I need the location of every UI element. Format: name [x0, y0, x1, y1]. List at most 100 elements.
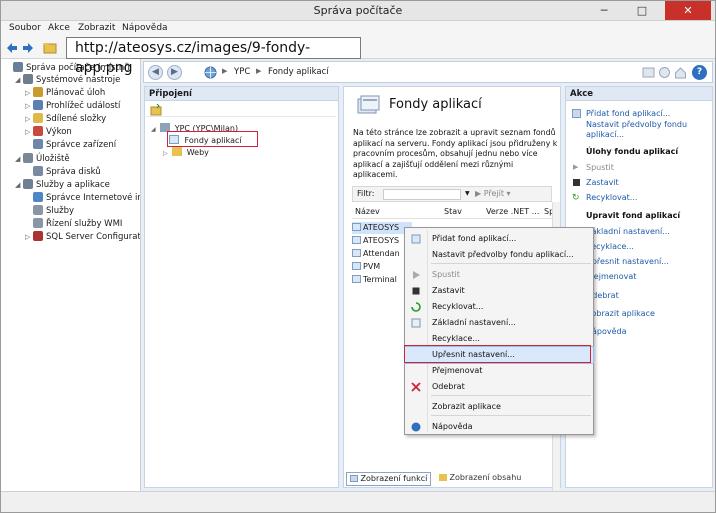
column-header-dotnet[interactable]: Verze .NET ... [486, 207, 539, 216]
tree-expander[interactable]: ◢ [15, 179, 23, 191]
action-recycle[interactable]: Recyklovat... [586, 193, 637, 203]
tree-item[interactable]: Správce zařízení [25, 139, 116, 151]
tree-expander[interactable]: ▷ [25, 126, 33, 138]
menu-zobrazit[interactable]: Zobrazit [78, 23, 115, 33]
table-cell-name: Attendan [363, 249, 400, 258]
context-menu-item[interactable]: Zobrazit aplikace [405, 399, 593, 415]
tree-item-label: Sdílené složky [46, 114, 107, 124]
breadcrumb-item-ypc[interactable]: YPC [234, 67, 250, 77]
highlight-box-advanced-settings [404, 345, 591, 363]
nav-forward-button[interactable]: ▶ [167, 65, 182, 80]
table-row[interactable]: Attendan [352, 248, 412, 260]
table-row[interactable]: ATEOSYS [352, 235, 412, 247]
content-view-icon [439, 474, 447, 481]
action-pool-defaults[interactable]: Nastavit předvolby fondu [586, 120, 687, 130]
context-menu-item[interactable]: Základní nastavení... [405, 315, 593, 331]
tree-expander[interactable]: ▷ [163, 150, 168, 157]
tree-item[interactable]: Správa disků [25, 166, 101, 178]
tree-node-sites[interactable]: ▷ Weby [163, 147, 209, 157]
tab-content-view[interactable]: Zobrazení obsahu [436, 472, 524, 486]
table-row[interactable]: Terminal [352, 274, 412, 286]
tree-expander[interactable]: ◢ [15, 153, 23, 165]
stop-icon[interactable] [658, 66, 671, 79]
stop-square-icon [573, 179, 580, 186]
tab-features-view[interactable]: Zobrazení funkcí [346, 472, 432, 486]
tree-item[interactable]: ◢ Služby a aplikace [15, 179, 110, 191]
tree-item-label: SQL Server Configurati [46, 232, 141, 242]
context-menu-item[interactable]: Recyklovat... [405, 299, 593, 315]
app-pool-icon [352, 236, 361, 244]
filter-input[interactable] [383, 189, 461, 200]
connections-toolbar [147, 103, 336, 117]
context-menu-item[interactable]: Nastavit předvolby fondu aplikací... [405, 247, 593, 263]
tree-expander[interactable]: ▷ [25, 100, 33, 112]
tree-item[interactable]: ▷ Prohlížeč událostí [25, 100, 120, 112]
tree-node-icon [13, 62, 23, 72]
context-menu-label: Recyklace... [432, 334, 480, 343]
context-menu-item[interactable]: Zastavit [405, 283, 593, 299]
back-arrow-icon[interactable] [5, 41, 19, 55]
tree-item[interactable]: ▷ Plánovač úloh [25, 87, 105, 99]
context-menu-item[interactable]: Spustit [405, 267, 593, 283]
table-row[interactable]: ATEOSYS [352, 222, 412, 234]
tree-item[interactable]: ▷ SQL Server Configurati [25, 231, 141, 243]
breadcrumb-item-fondy[interactable]: Fondy aplikací [268, 67, 329, 77]
app-pool-icon [352, 262, 361, 270]
tree-expander[interactable]: ▷ [25, 87, 33, 99]
context-menu-label: Spustit [432, 270, 460, 279]
menu-akce[interactable]: Akce [48, 23, 70, 33]
status-bar [1, 491, 715, 512]
tree-expander[interactable]: ◢ [151, 126, 156, 133]
connections-header: Připojení [145, 87, 338, 101]
folder-icon[interactable] [43, 41, 57, 55]
grid-header: Název Stav Verze .NET ... Sp [352, 206, 554, 219]
context-menu-label: Základní nastavení... [432, 318, 516, 327]
tree-expander[interactable]: ◢ [15, 74, 23, 86]
context-menu-item[interactable]: Odebrat [405, 379, 593, 395]
recycle-icon [411, 302, 421, 312]
forward-arrow-icon[interactable] [21, 41, 35, 55]
filter-dropdown-icon[interactable]: ▼ [465, 187, 470, 201]
tree-item-label: Výkon [46, 127, 72, 137]
table-row[interactable]: PVM [352, 261, 412, 273]
tree-item[interactable]: ◢ Úložiště [15, 153, 70, 165]
tree-item[interactable]: Řízení služby WMI [25, 218, 122, 230]
action-start[interactable]: Spustit [586, 163, 614, 173]
close-button[interactable]: ✕ [665, 1, 711, 20]
home-icon[interactable] [674, 66, 687, 79]
column-header-state[interactable]: Stav [444, 207, 462, 216]
add-pool-icon [411, 234, 421, 244]
context-menu-item[interactable]: Nápověda [405, 419, 593, 435]
tree-item[interactable]: ▷ Sdílené složky [25, 113, 106, 125]
action-advanced-settings[interactable]: Upřesnit nastavení... [586, 257, 669, 267]
column-header-name[interactable]: Název [355, 207, 380, 216]
action-add-pool[interactable]: Přidat fond aplikací... [586, 109, 670, 119]
app-pools-large-icon [357, 95, 380, 114]
tree-expander[interactable]: ▷ [25, 231, 33, 243]
refresh-icon[interactable] [642, 66, 655, 79]
nav-back-button[interactable]: ◀ [148, 65, 163, 80]
maximize-button[interactable]: □ [627, 1, 657, 20]
tree-expander[interactable]: ▷ [25, 113, 33, 125]
action-basic-settings[interactable]: Základní nastavení... [586, 227, 670, 237]
menu-soubor[interactable]: Soubor [9, 23, 41, 33]
app-pool-icon [352, 249, 361, 257]
tree-item[interactable]: Správce Internetové info [25, 192, 140, 204]
menu-napoveda[interactable]: Nápověda [122, 23, 168, 33]
section-pool-tasks: Úlohy fondu aplikací [586, 147, 679, 156]
title-bar[interactable]: Správa počítače ─ □ ✕ [1, 1, 715, 21]
minimize-button[interactable]: ─ [589, 1, 619, 20]
context-menu-label: Recyklovat... [432, 302, 484, 311]
filter-go-button[interactable]: ▶ Přejít ▾ [475, 187, 511, 201]
tree-node-icon [23, 153, 33, 163]
action-pool-defaults-cont[interactable]: aplikací... [586, 130, 624, 140]
action-stop[interactable]: Zastavit [586, 178, 619, 188]
context-menu-item[interactable]: Přidat fond aplikací... [405, 231, 593, 247]
new-connection-icon[interactable] [150, 104, 162, 116]
action-view-apps[interactable]: Zobrazit aplikace [586, 309, 655, 319]
tree-item[interactable]: Služby [25, 205, 74, 217]
tree-item-label: Řízení služby WMI [46, 219, 123, 229]
help-button[interactable]: ? [692, 65, 707, 80]
context-menu-item[interactable]: Přejmenovat [405, 363, 593, 379]
tree-item[interactable]: ▷ Výkon [25, 126, 72, 138]
